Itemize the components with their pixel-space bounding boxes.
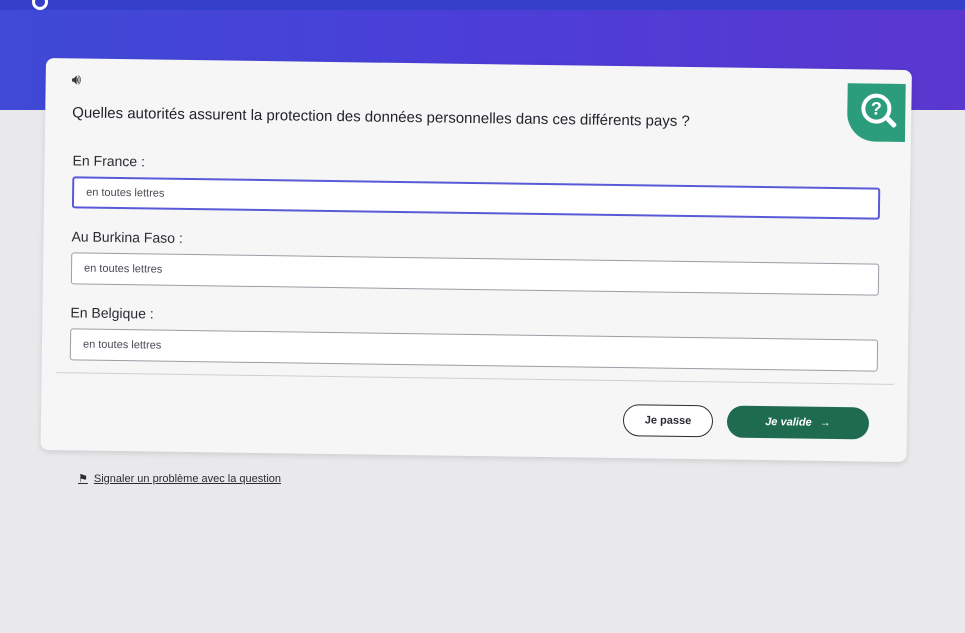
label-belgique: En Belgique :: [70, 304, 154, 322]
validate-button[interactable]: Je valide →: [726, 405, 870, 440]
label-france: En France :: [72, 152, 146, 170]
skip-button[interactable]: Je passe: [622, 404, 714, 438]
report-problem-link[interactable]: ⚑ Signaler un problème avec la question: [78, 472, 281, 486]
divider: [55, 372, 894, 385]
label-burkina-faso: Au Burkina Faso :: [71, 228, 183, 246]
question-text: Quelles autorités assurent la protection…: [72, 104, 690, 130]
report-problem-label: Signaler un problème avec la question: [93, 472, 281, 485]
france-input[interactable]: [71, 176, 881, 220]
top-strip: [0, 0, 965, 10]
burkina-faso-input[interactable]: [70, 252, 880, 296]
question-card: 🔊︎ ? Quelles autorités assurent la prote…: [40, 58, 912, 463]
skip-button-label: Je passe: [644, 414, 692, 428]
arrow-right-icon: →: [819, 416, 831, 429]
question-badge: ?: [846, 83, 906, 143]
belgique-input[interactable]: [69, 328, 879, 372]
validate-button-label: Je valide: [765, 416, 812, 429]
speaker-icon[interactable]: 🔊︎: [72, 70, 94, 88]
flag-icon: ⚑: [78, 473, 88, 485]
